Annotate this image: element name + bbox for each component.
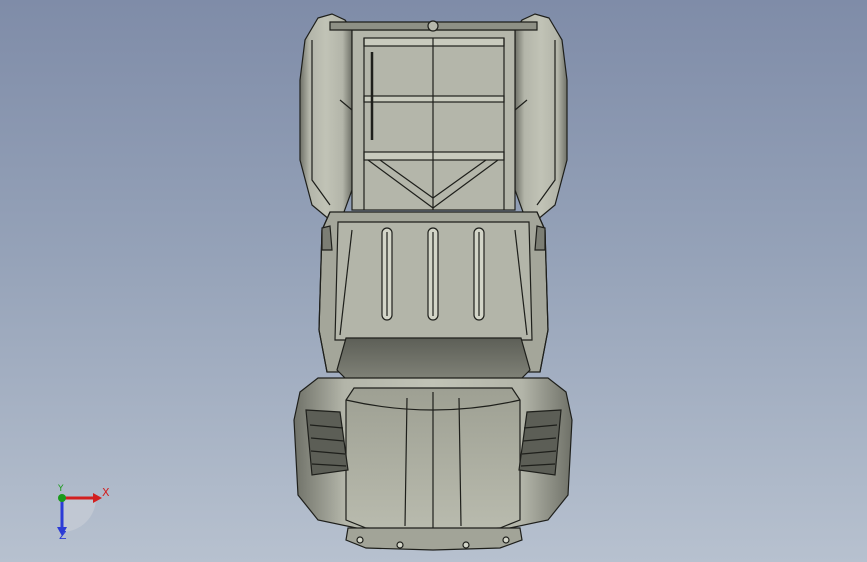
graphics-viewport[interactable]: X Y Z (0, 0, 867, 562)
truck-front (293, 377, 573, 551)
y-axis-label: Y (58, 484, 64, 494)
z-axis-label: Z (59, 529, 67, 542)
x-axis-label: X (102, 486, 110, 499)
truck-model[interactable] (0, 0, 867, 562)
truck-bed (299, 13, 568, 221)
